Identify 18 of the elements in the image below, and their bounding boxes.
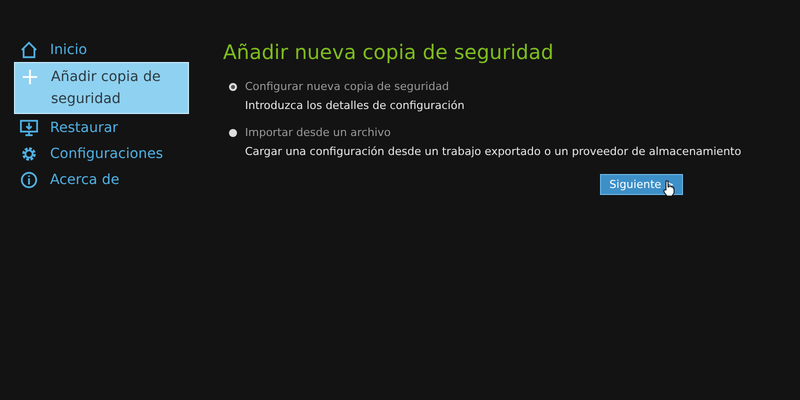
home-icon xyxy=(20,41,38,59)
info-icon xyxy=(20,171,38,189)
sidebar-item[interactable]: Configuraciones xyxy=(14,140,189,166)
option-description: Introduzca los detalles de configuración xyxy=(245,99,466,112)
hand-cursor-icon xyxy=(663,180,675,196)
plus-icon xyxy=(21,68,39,86)
option-description: Cargar una configuración desde un trabajo exportado o un proveedor de almacenamiento xyxy=(245,145,742,158)
sidebar-item[interactable]: Acerca de xyxy=(14,166,189,192)
sidebar-item[interactable]: Inicio xyxy=(14,36,189,62)
option-label: Importar desde un archivo xyxy=(245,126,391,139)
radio-button[interactable] xyxy=(229,82,237,90)
radio-button[interactable] xyxy=(229,128,237,136)
option-label: Configurar nueva copia de seguridad xyxy=(245,80,450,93)
sidebar-item[interactable]: Añadir copia de seguridad xyxy=(14,62,189,114)
page-title: Añadir nueva copia de seguridad xyxy=(223,40,555,64)
sidebar-item[interactable]: Restaurar xyxy=(14,114,189,140)
settings-icon xyxy=(20,145,38,163)
monitor-download-icon xyxy=(20,119,38,137)
